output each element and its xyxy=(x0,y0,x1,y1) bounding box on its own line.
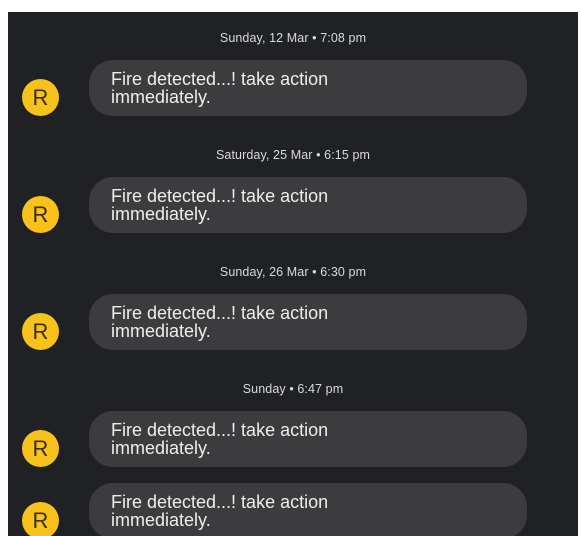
message-bubble[interactable]: Fire detected...! take action immediatel… xyxy=(89,411,527,467)
sender-avatar[interactable]: R xyxy=(22,313,59,350)
sender-avatar[interactable]: R xyxy=(22,430,59,467)
date-separator: Sunday • 6:47 pm xyxy=(242,382,344,396)
date-separator: Sunday, 26 Mar • 6:30 pm xyxy=(219,265,367,279)
message-item[interactable]: R Fire detected...! take action immediat… xyxy=(8,177,578,233)
message-item[interactable]: R Fire detected...! take action immediat… xyxy=(8,60,578,116)
message-item[interactable]: R Fire detected...! take action immediat… xyxy=(8,294,578,350)
message-bubble[interactable]: Fire detected...! take action immediatel… xyxy=(89,177,527,233)
message-bubble[interactable]: Fire detected...! take action immediatel… xyxy=(89,60,527,116)
date-separator: Saturday, 25 Mar • 6:15 pm xyxy=(215,148,371,162)
message-thread[interactable]: Sunday, 12 Mar • 7:08 pm R Fire detected… xyxy=(8,12,578,536)
message-bubble[interactable]: Fire detected...! take action immediatel… xyxy=(89,483,527,536)
date-separator: Sunday, 12 Mar • 7:08 pm xyxy=(219,31,367,45)
sender-avatar[interactable]: R xyxy=(22,79,59,116)
sender-avatar[interactable]: R xyxy=(22,502,59,536)
message-item[interactable]: R Fire detected...! take action immediat… xyxy=(8,411,578,467)
sender-avatar[interactable]: R xyxy=(22,196,59,233)
message-item[interactable]: R Fire detected...! take action immediat… xyxy=(8,483,578,536)
message-bubble[interactable]: Fire detected...! take action immediatel… xyxy=(89,294,527,350)
